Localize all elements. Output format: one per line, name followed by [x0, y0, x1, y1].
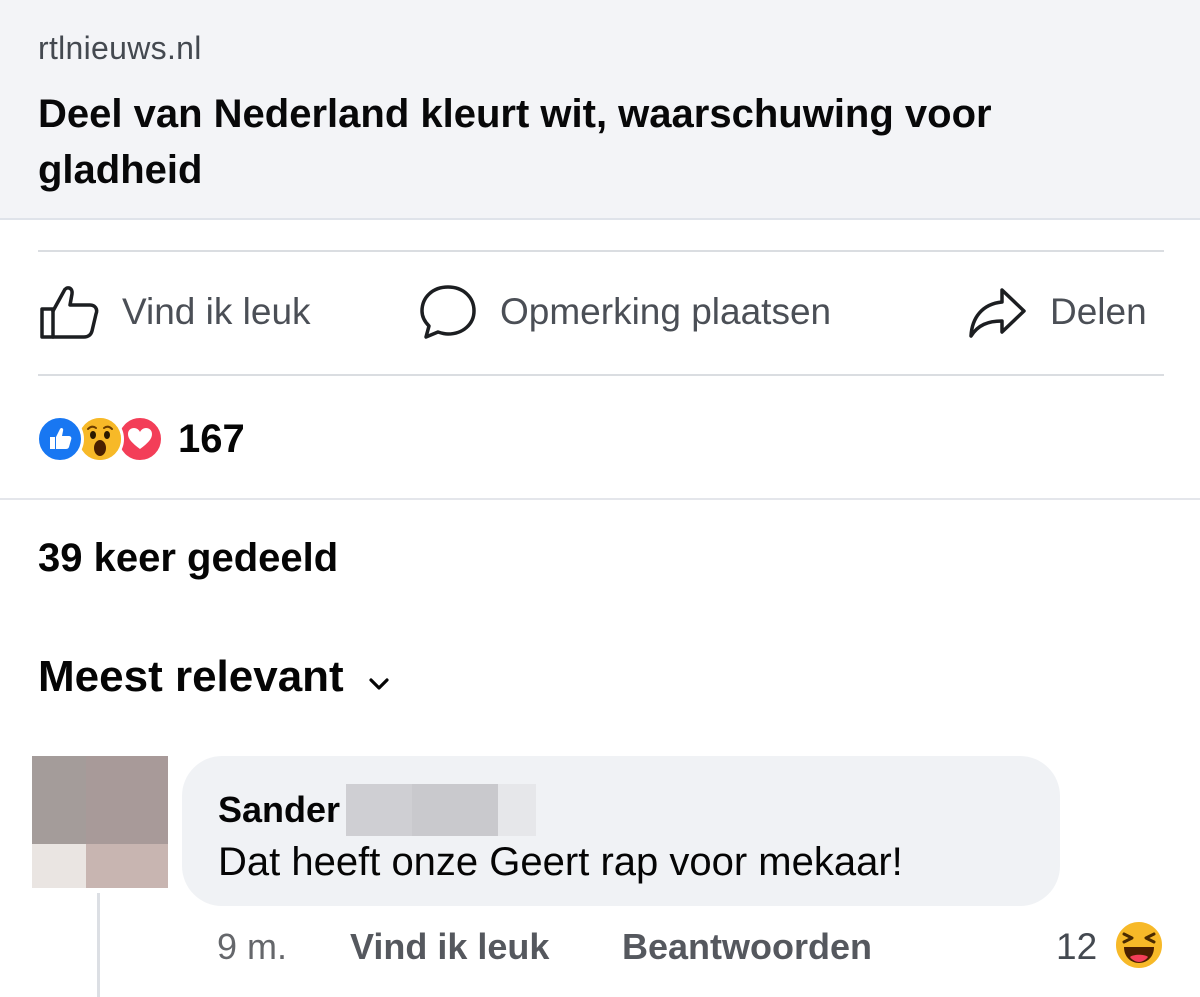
reaction-summary[interactable]: 167	[36, 414, 245, 464]
comment-author[interactable]: Sander	[218, 784, 537, 836]
comment-reaction-count[interactable]: 12	[1056, 926, 1097, 968]
share-button-label: Delen	[1050, 291, 1147, 332]
like-reaction-icon	[36, 415, 84, 463]
divider	[0, 498, 1200, 500]
like-button-label: Vind ik leuk	[122, 291, 311, 332]
link-headline: Deel van Nederland kleurt wit, waarschuw…	[38, 92, 992, 192]
share-button[interactable]: Delen	[968, 280, 1147, 344]
comment-button[interactable]: Opmerking plaatsen	[418, 280, 831, 344]
chevron-down-icon	[368, 652, 390, 702]
sort-label: Meest relevant	[38, 652, 344, 701]
share-count[interactable]: 39 keer gedeeld	[38, 536, 338, 581]
comment-like-button[interactable]: Vind ik leuk	[350, 926, 549, 968]
comment-sort-dropdown[interactable]: Meest relevant	[38, 652, 390, 702]
comment-reply-button[interactable]: Beantwoorden	[622, 926, 872, 968]
like-button[interactable]: Vind ik leuk	[38, 280, 311, 344]
link-domain: rtlnieuws.nl	[38, 30, 202, 66]
author-name: Sander	[218, 789, 341, 830]
speech-bubble-icon	[418, 282, 478, 342]
comment-bubble: Sander Dat heeft onze Geert rap voor mek…	[182, 756, 1060, 906]
share-arrow-icon	[968, 284, 1028, 340]
link-preview-card[interactable]: rtlnieuws.nl Deel van Nederland kleurt w…	[0, 0, 1200, 220]
avatar[interactable]	[32, 756, 168, 888]
reaction-count: 167	[178, 416, 245, 461]
divider	[38, 250, 1164, 252]
divider	[38, 374, 1164, 376]
thumbs-up-icon	[38, 281, 100, 343]
comment-timestamp[interactable]: 9 m.	[217, 926, 287, 968]
comment-button-label: Opmerking plaatsen	[500, 291, 832, 332]
haha-reaction-icon	[1114, 920, 1164, 970]
blurred-surname	[346, 784, 537, 836]
thread-line	[97, 893, 100, 997]
comment-text: Dat heeft onze Geert rap voor mekaar!	[218, 840, 903, 884]
